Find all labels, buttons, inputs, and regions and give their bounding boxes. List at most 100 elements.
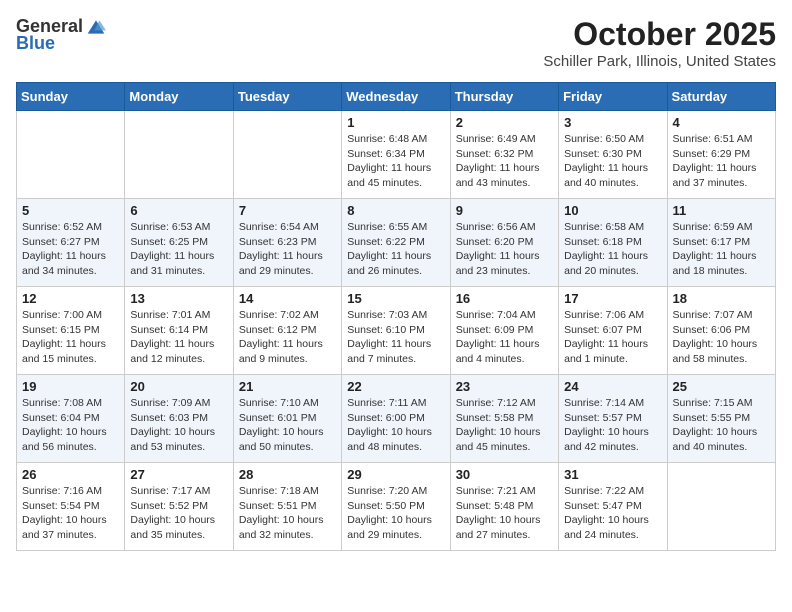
calendar-cell — [17, 111, 125, 199]
day-number: 24 — [564, 379, 661, 394]
day-info: Sunrise: 6:49 AMSunset: 6:32 PMDaylight:… — [456, 132, 553, 191]
day-number: 9 — [456, 203, 553, 218]
day-info: Sunrise: 6:54 AMSunset: 6:23 PMDaylight:… — [239, 220, 336, 279]
day-info: Sunrise: 6:56 AMSunset: 6:20 PMDaylight:… — [456, 220, 553, 279]
calendar-cell: 1 Sunrise: 6:48 AMSunset: 6:34 PMDaylight… — [342, 111, 450, 199]
day-number: 14 — [239, 291, 336, 306]
day-info: Sunrise: 7:01 AMSunset: 6:14 PMDaylight:… — [130, 308, 227, 367]
day-info: Sunrise: 7:16 AMSunset: 5:54 PMDaylight:… — [22, 484, 119, 543]
day-info: Sunrise: 6:53 AMSunset: 6:25 PMDaylight:… — [130, 220, 227, 279]
day-info: Sunrise: 6:58 AMSunset: 6:18 PMDaylight:… — [564, 220, 661, 279]
day-info: Sunrise: 7:10 AMSunset: 6:01 PMDaylight:… — [239, 396, 336, 455]
calendar-cell: 6Sunrise: 6:53 AMSunset: 6:25 PMDaylight… — [125, 199, 233, 287]
day-info: Sunrise: 6:55 AMSunset: 6:22 PMDaylight:… — [347, 220, 444, 279]
day-info: Sunrise: 7:22 AMSunset: 5:47 PMDaylight:… — [564, 484, 661, 543]
day-number: 13 — [130, 291, 227, 306]
calendar-week-row: 19 Sunrise: 7:08 AMSunset: 6:04 PMDayligh… — [17, 375, 776, 463]
calendar-cell: 12 Sunrise: 7:00 AMSunset: 6:15 PMDayligh… — [17, 287, 125, 375]
calendar-week-row: 1 Sunrise: 6:48 AMSunset: 6:34 PMDaylight… — [17, 111, 776, 199]
day-info: Sunrise: 7:15 AMSunset: 5:55 PMDaylight:… — [673, 396, 770, 455]
calendar-cell: 16 Sunrise: 7:04 AMSunset: 6:09 PMDayligh… — [450, 287, 558, 375]
day-info: Sunrise: 7:08 AMSunset: 6:04 PMDaylight:… — [22, 396, 119, 455]
weekday-header-monday: Monday — [125, 83, 233, 111]
calendar-cell: 23Sunrise: 7:12 AMSunset: 5:58 PMDayligh… — [450, 375, 558, 463]
calendar-cell: 5Sunrise: 6:52 AMSunset: 6:27 PMDaylight… — [17, 199, 125, 287]
calendar-cell: 14Sunrise: 7:02 AMSunset: 6:12 PMDayligh… — [233, 287, 341, 375]
calendar-cell: 26Sunrise: 7:16 AMSunset: 5:54 PMDayligh… — [17, 463, 125, 551]
day-number: 8 — [347, 203, 444, 218]
day-number: 7 — [239, 203, 336, 218]
calendar-cell: 11 Sunrise: 6:59 AMSunset: 6:17 PMDayligh… — [667, 199, 775, 287]
month-title: October 2025 — [543, 16, 776, 53]
day-number: 1 — [347, 115, 444, 130]
calendar-week-row: 12 Sunrise: 7:00 AMSunset: 6:15 PMDayligh… — [17, 287, 776, 375]
calendar-cell: 20 Sunrise: 7:09 AMSunset: 6:03 PMDayligh… — [125, 375, 233, 463]
day-number: 3 — [564, 115, 661, 130]
calendar-week-row: 26Sunrise: 7:16 AMSunset: 5:54 PMDayligh… — [17, 463, 776, 551]
day-info: Sunrise: 7:04 AMSunset: 6:09 PMDaylight:… — [456, 308, 553, 367]
day-info: Sunrise: 6:50 AMSunset: 6:30 PMDaylight:… — [564, 132, 661, 191]
calendar-cell: 3 Sunrise: 6:50 AMSunset: 6:30 PMDaylight… — [559, 111, 667, 199]
day-number: 18 — [673, 291, 770, 306]
calendar-cell: 4 Sunrise: 6:51 AMSunset: 6:29 PMDaylight… — [667, 111, 775, 199]
weekday-header-wednesday: Wednesday — [342, 83, 450, 111]
day-number: 11 — [673, 203, 770, 218]
weekday-header-row: SundayMondayTuesdayWednesdayThursdayFrid… — [17, 83, 776, 111]
logo-icon — [86, 17, 106, 37]
calendar-cell: 30 Sunrise: 7:21 AMSunset: 5:48 PMDayligh… — [450, 463, 558, 551]
day-number: 19 — [22, 379, 119, 394]
day-number: 5 — [22, 203, 119, 218]
calendar-cell: 29 Sunrise: 7:20 AMSunset: 5:50 PMDayligh… — [342, 463, 450, 551]
day-info: Sunrise: 7:21 AMSunset: 5:48 PMDaylight:… — [456, 484, 553, 543]
day-info: Sunrise: 7:17 AMSunset: 5:52 PMDaylight:… — [130, 484, 227, 543]
location-title: Schiller Park, Illinois, United States — [543, 53, 776, 70]
calendar-cell: 21 Sunrise: 7:10 AMSunset: 6:01 PMDayligh… — [233, 375, 341, 463]
day-number: 4 — [673, 115, 770, 130]
day-number: 22 — [347, 379, 444, 394]
calendar-cell: 19 Sunrise: 7:08 AMSunset: 6:04 PMDayligh… — [17, 375, 125, 463]
calendar-cell: 9 Sunrise: 6:56 AMSunset: 6:20 PMDaylight… — [450, 199, 558, 287]
day-info: Sunrise: 6:59 AMSunset: 6:17 PMDaylight:… — [673, 220, 770, 279]
day-info: Sunrise: 7:06 AMSunset: 6:07 PMDaylight:… — [564, 308, 661, 367]
calendar-cell: 28Sunrise: 7:18 AMSunset: 5:51 PMDayligh… — [233, 463, 341, 551]
day-number: 12 — [22, 291, 119, 306]
day-number: 10 — [564, 203, 661, 218]
calendar-cell: 2 Sunrise: 6:49 AMSunset: 6:32 PMDaylight… — [450, 111, 558, 199]
page-header: General Blue October 2025 Schiller Park,… — [16, 16, 776, 70]
day-number: 21 — [239, 379, 336, 394]
day-number: 16 — [456, 291, 553, 306]
day-number: 27 — [130, 467, 227, 482]
calendar-cell — [233, 111, 341, 199]
weekday-header-saturday: Saturday — [667, 83, 775, 111]
calendar-cell: 27 Sunrise: 7:17 AMSunset: 5:52 PMDayligh… — [125, 463, 233, 551]
day-info: Sunrise: 7:11 AMSunset: 6:00 PMDaylight:… — [347, 396, 444, 455]
day-info: Sunrise: 6:51 AMSunset: 6:29 PMDaylight:… — [673, 132, 770, 191]
day-number: 29 — [347, 467, 444, 482]
day-number: 2 — [456, 115, 553, 130]
calendar-cell: 24 Sunrise: 7:14 AMSunset: 5:57 PMDayligh… — [559, 375, 667, 463]
day-info: Sunrise: 7:20 AMSunset: 5:50 PMDaylight:… — [347, 484, 444, 543]
day-number: 20 — [130, 379, 227, 394]
day-info: Sunrise: 6:48 AMSunset: 6:34 PMDaylight:… — [347, 132, 444, 191]
title-block: October 2025 Schiller Park, Illinois, Un… — [543, 16, 776, 70]
day-info: Sunrise: 7:03 AMSunset: 6:10 PMDaylight:… — [347, 308, 444, 367]
calendar-cell: 13 Sunrise: 7:01 AMSunset: 6:14 PMDayligh… — [125, 287, 233, 375]
calendar-cell: 17 Sunrise: 7:06 AMSunset: 6:07 PMDayligh… — [559, 287, 667, 375]
calendar-cell: 25 Sunrise: 7:15 AMSunset: 5:55 PMDayligh… — [667, 375, 775, 463]
calendar-table: SundayMondayTuesdayWednesdayThursdayFrid… — [16, 82, 776, 551]
day-number: 17 — [564, 291, 661, 306]
day-number: 30 — [456, 467, 553, 482]
calendar-cell — [125, 111, 233, 199]
day-info: Sunrise: 7:00 AMSunset: 6:15 PMDaylight:… — [22, 308, 119, 367]
day-number: 25 — [673, 379, 770, 394]
calendar-cell: 18Sunrise: 7:07 AMSunset: 6:06 PMDayligh… — [667, 287, 775, 375]
day-number: 15 — [347, 291, 444, 306]
calendar-week-row: 5Sunrise: 6:52 AMSunset: 6:27 PMDaylight… — [17, 199, 776, 287]
calendar-cell — [667, 463, 775, 551]
day-info: Sunrise: 7:18 AMSunset: 5:51 PMDaylight:… — [239, 484, 336, 543]
weekday-header-thursday: Thursday — [450, 83, 558, 111]
calendar-cell: 15 Sunrise: 7:03 AMSunset: 6:10 PMDayligh… — [342, 287, 450, 375]
day-info: Sunrise: 7:09 AMSunset: 6:03 PMDaylight:… — [130, 396, 227, 455]
weekday-header-friday: Friday — [559, 83, 667, 111]
day-info: Sunrise: 7:14 AMSunset: 5:57 PMDaylight:… — [564, 396, 661, 455]
